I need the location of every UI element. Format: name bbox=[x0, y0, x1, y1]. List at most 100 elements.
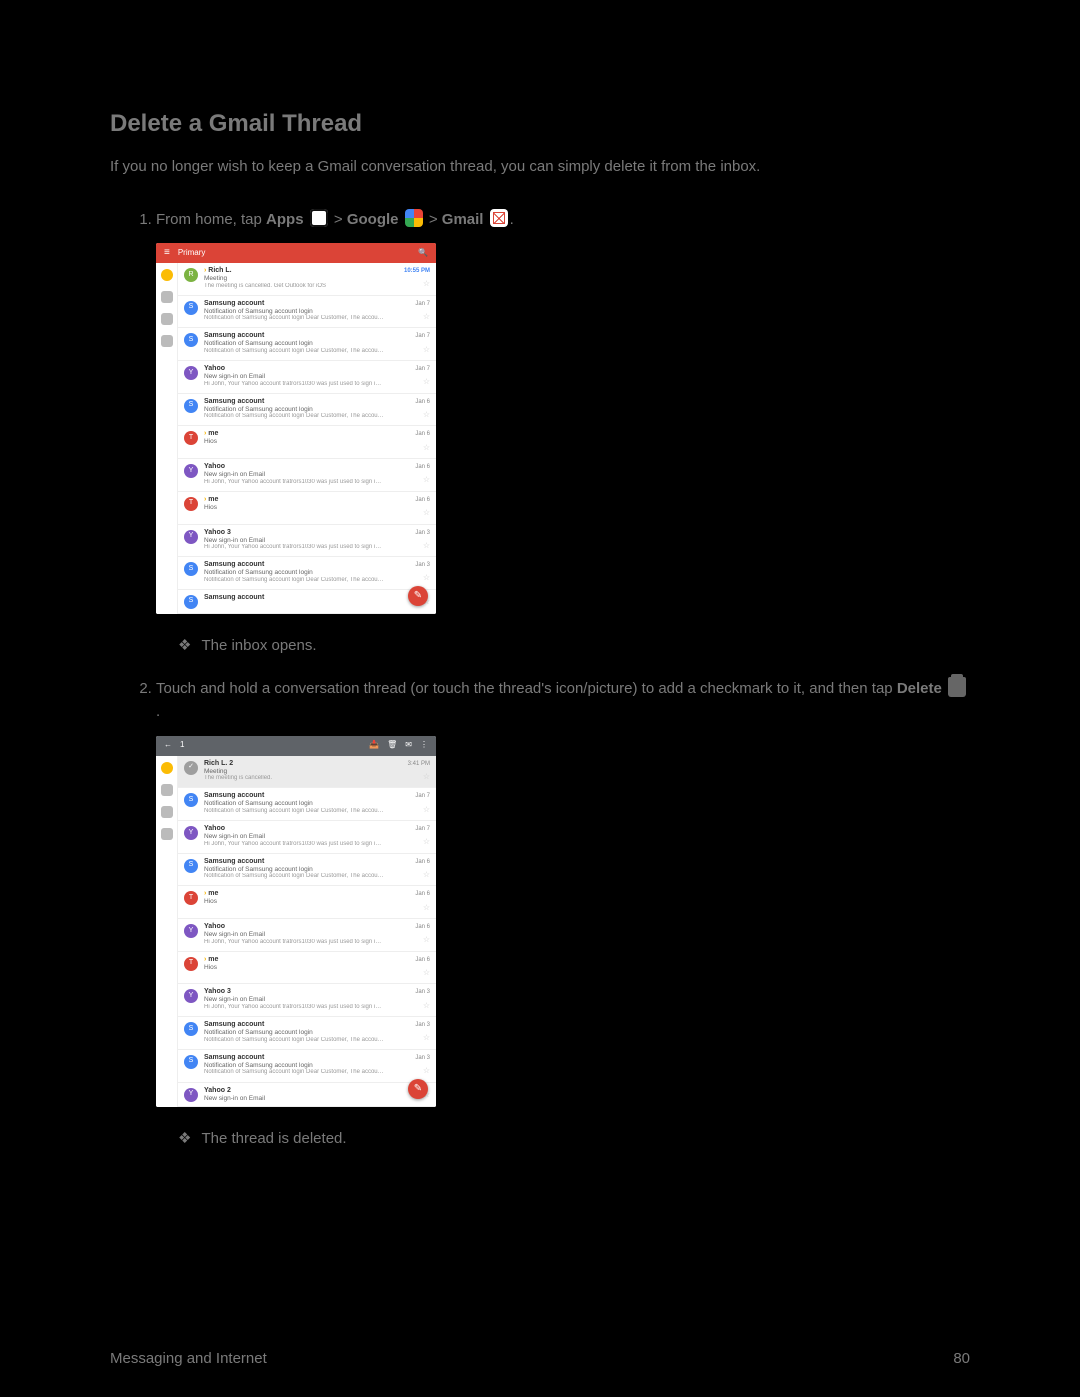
sender-avatar[interactable]: S bbox=[184, 595, 198, 609]
sender-avatar[interactable]: T bbox=[184, 497, 198, 511]
sender-avatar[interactable]: Y bbox=[184, 826, 198, 840]
account-other[interactable] bbox=[161, 291, 173, 303]
compose-button[interactable]: ✎ bbox=[408, 1079, 428, 1099]
email-date: Jan 6 bbox=[415, 398, 430, 407]
sender-avatar[interactable]: Y bbox=[184, 924, 198, 938]
star-icon[interactable]: ☆ bbox=[423, 376, 430, 388]
star-icon[interactable]: ☆ bbox=[423, 474, 430, 486]
sender-name: me bbox=[204, 956, 409, 964]
menu-icon[interactable]: ≡ bbox=[164, 245, 170, 261]
star-icon[interactable]: ☆ bbox=[423, 869, 430, 881]
email-row[interactable]: SSamsung accountNotification of Samsung … bbox=[178, 788, 436, 821]
email-row[interactable]: SSamsung accountNotification of Samsung … bbox=[178, 1017, 436, 1050]
star-icon[interactable]: ☆ bbox=[423, 804, 430, 816]
account-other[interactable] bbox=[161, 806, 173, 818]
email-row[interactable]: SSamsung accountNotification of Samsung … bbox=[178, 394, 436, 427]
footer-section: Messaging and Internet bbox=[110, 1350, 267, 1367]
compose-button[interactable]: ✎ bbox=[408, 586, 428, 606]
page-footer: Messaging and Internet 80 bbox=[110, 1350, 970, 1367]
star-icon[interactable]: ☆ bbox=[423, 442, 430, 454]
sender-avatar[interactable]: S bbox=[184, 1055, 198, 1069]
email-row[interactable]: SSamsung account☆ bbox=[178, 590, 436, 614]
account-other[interactable] bbox=[161, 784, 173, 796]
selection-count: 1 bbox=[180, 739, 184, 751]
section-intro: If you no longer wish to keep a Gmail co… bbox=[110, 156, 970, 178]
star-icon[interactable]: ☆ bbox=[423, 1032, 430, 1044]
sender-avatar[interactable]: Y bbox=[184, 530, 198, 544]
email-row[interactable]: RRich L.MeetingThe meeting is cancelled.… bbox=[178, 263, 436, 296]
star-icon[interactable]: ☆ bbox=[423, 409, 430, 421]
step-2: Touch and hold a conversation thread (or… bbox=[156, 677, 970, 1150]
star-icon[interactable]: ☆ bbox=[423, 278, 430, 290]
email-row[interactable]: YYahoo 2New sign-in on Email☆ bbox=[178, 1083, 436, 1108]
email-row[interactable]: YYahooNew sign-in on EmailHi John, Your … bbox=[178, 821, 436, 854]
account-other[interactable] bbox=[161, 828, 173, 840]
email-row[interactable]: SSamsung accountNotification of Samsung … bbox=[178, 1050, 436, 1083]
sender-avatar[interactable]: S bbox=[184, 859, 198, 873]
sender-avatar[interactable]: Y bbox=[184, 989, 198, 1003]
sender-avatar[interactable]: ✓ bbox=[184, 761, 198, 775]
email-row[interactable]: TmeHiosJan 6☆ bbox=[178, 952, 436, 985]
star-icon[interactable]: ☆ bbox=[423, 771, 430, 783]
star-icon[interactable]: ☆ bbox=[423, 507, 430, 519]
star-icon[interactable]: ☆ bbox=[423, 344, 430, 356]
sender-avatar[interactable]: S bbox=[184, 333, 198, 347]
email-row[interactable]: SSamsung accountNotification of Samsung … bbox=[178, 557, 436, 590]
email-row[interactable]: SSamsung accountNotification of Samsung … bbox=[178, 854, 436, 887]
sender-avatar[interactable]: Y bbox=[184, 366, 198, 380]
account-other[interactable] bbox=[161, 335, 173, 347]
star-icon[interactable]: ☆ bbox=[423, 311, 430, 323]
overflow-icon[interactable]: ⋮ bbox=[420, 739, 428, 751]
star-icon[interactable]: ☆ bbox=[423, 1065, 430, 1077]
search-icon[interactable]: 🔍 bbox=[418, 247, 428, 259]
email-row[interactable]: TmeHiosJan 6☆ bbox=[178, 426, 436, 459]
sender-avatar[interactable]: S bbox=[184, 399, 198, 413]
sender-name: Rich L. bbox=[204, 267, 398, 275]
email-row[interactable]: YYahooNew sign-in on EmailHi John, Your … bbox=[178, 459, 436, 492]
sender-name: Samsung account bbox=[204, 561, 409, 569]
email-row[interactable]: SSamsung accountNotification of Samsung … bbox=[178, 296, 436, 329]
sender-name: Yahoo bbox=[204, 825, 409, 833]
email-date: Jan 3 bbox=[415, 1021, 430, 1030]
sender-avatar[interactable]: T bbox=[184, 891, 198, 905]
delete-icon[interactable]: 🗑 bbox=[387, 739, 397, 751]
email-list[interactable]: ✓Rich L. 2MeetingThe meeting is cancelle… bbox=[178, 756, 436, 1107]
email-row[interactable]: TmeHiosJan 6☆ bbox=[178, 492, 436, 525]
star-icon[interactable]: ☆ bbox=[423, 967, 430, 979]
email-row[interactable]: YYahoo 3New sign-in on EmailHi John, You… bbox=[178, 525, 436, 558]
star-icon[interactable]: ☆ bbox=[423, 540, 430, 552]
star-icon[interactable]: ☆ bbox=[423, 902, 430, 914]
sender-avatar[interactable]: S bbox=[184, 301, 198, 315]
email-subject: New sign-in on Email bbox=[204, 996, 409, 1003]
sender-avatar[interactable]: T bbox=[184, 957, 198, 971]
email-row[interactable]: ✓Rich L. 2MeetingThe meeting is cancelle… bbox=[178, 756, 436, 789]
section-heading: Delete a Gmail Thread bbox=[110, 110, 970, 138]
star-icon[interactable]: ☆ bbox=[423, 1000, 430, 1012]
sender-avatar[interactable]: T bbox=[184, 431, 198, 445]
back-icon[interactable]: ← bbox=[164, 739, 172, 751]
account-other[interactable] bbox=[161, 313, 173, 325]
email-row[interactable]: YYahoo 3New sign-in on EmailHi John, You… bbox=[178, 984, 436, 1017]
star-icon[interactable]: ☆ bbox=[423, 934, 430, 946]
gmail-icon bbox=[490, 209, 508, 227]
sender-avatar[interactable]: Y bbox=[184, 1088, 198, 1102]
email-list[interactable]: RRich L.MeetingThe meeting is cancelled.… bbox=[178, 263, 436, 614]
sender-avatar[interactable]: R bbox=[184, 268, 198, 282]
email-snippet: Notification of Samsung account login De… bbox=[204, 315, 384, 322]
email-snippet: The meeting is cancelled. Get Outlook fo… bbox=[204, 283, 384, 290]
account-primary[interactable] bbox=[161, 269, 173, 281]
sender-avatar[interactable]: S bbox=[184, 1022, 198, 1036]
star-icon[interactable]: ☆ bbox=[423, 572, 430, 584]
email-subject: New sign-in on Email bbox=[204, 471, 409, 478]
archive-icon[interactable]: 📥 bbox=[369, 739, 379, 751]
account-primary[interactable] bbox=[161, 762, 173, 774]
email-row[interactable]: YYahooNew sign-in on EmailHi John, Your … bbox=[178, 361, 436, 394]
sender-avatar[interactable]: S bbox=[184, 562, 198, 576]
sender-avatar[interactable]: Y bbox=[184, 464, 198, 478]
mail-icon[interactable]: ✉ bbox=[405, 739, 412, 751]
email-row[interactable]: SSamsung accountNotification of Samsung … bbox=[178, 328, 436, 361]
email-row[interactable]: YYahooNew sign-in on EmailHi John, Your … bbox=[178, 919, 436, 952]
sender-avatar[interactable]: S bbox=[184, 793, 198, 807]
star-icon[interactable]: ☆ bbox=[423, 836, 430, 848]
email-row[interactable]: TmeHiosJan 6☆ bbox=[178, 886, 436, 919]
